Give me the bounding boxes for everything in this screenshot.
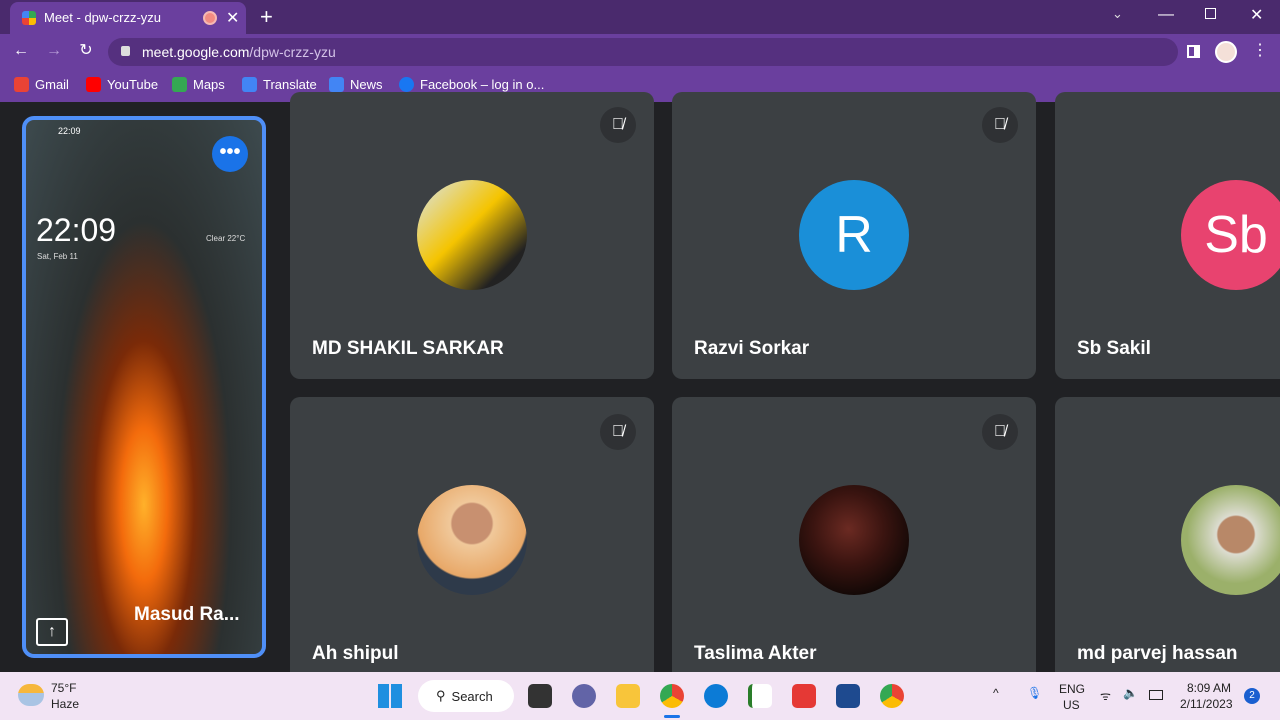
participant-name: md parvej hassan <box>1077 643 1238 664</box>
self-name: Masud Ra... <box>134 604 240 625</box>
tab-close-icon[interactable]: ✕ <box>226 8 239 28</box>
youtube-icon <box>86 77 101 92</box>
lock-icon <box>121 46 130 56</box>
translate-icon <box>242 77 257 92</box>
active-indicator <box>664 715 680 718</box>
news-icon <box>329 77 344 92</box>
meet-favicon-icon <box>22 11 36 25</box>
bookmark-gmail[interactable]: Gmail <box>14 77 69 92</box>
recording-icon <box>203 11 217 25</box>
language-label[interactable]: ENG <box>1059 682 1085 696</box>
gmail-icon <box>14 77 29 92</box>
participant-name: Sb Sakil <box>1077 338 1151 359</box>
store-icon[interactable] <box>836 684 860 708</box>
wifi-icon[interactable]: ᯤ <box>1100 687 1111 704</box>
search-button[interactable]: ⚲ Search <box>418 680 514 712</box>
bookmark-news[interactable]: News <box>329 77 383 92</box>
tab-meet[interactable]: Meet - dpw-crzz-yzu ✕ <box>10 2 246 34</box>
tab-title: Meet - dpw-crzz-yzu <box>44 10 162 25</box>
bookmark-translate[interactable]: Translate <box>242 77 317 92</box>
participant-tile[interactable]: 🎙̸ MD SHAKIL SARKAR <box>290 92 654 379</box>
microphone-icon[interactable]: 🎙 <box>1027 686 1042 700</box>
bookmark-label: Gmail <box>35 77 69 92</box>
region-label[interactable]: US <box>1063 698 1080 712</box>
bookmark-label: YouTube <box>107 77 159 92</box>
phone-status-time: 22:09 <box>58 126 81 136</box>
phone-weather: Clear 22°C <box>206 234 246 243</box>
weather-desc: Haze <box>51 697 80 711</box>
phone-clock: 22:09 <box>36 212 117 248</box>
weather-temp: 75°F <box>51 681 77 695</box>
participant-name: Taslima Akter <box>694 643 817 664</box>
participant-tile[interactable]: Sb Sb Sakil <box>1055 92 1280 379</box>
search-icon: ⚲ <box>436 688 446 703</box>
reload-icon[interactable]: ↻ <box>75 41 97 61</box>
bookmark-maps[interactable]: Maps <box>172 77 225 92</box>
more-options-icon[interactable]: ••• <box>212 136 248 172</box>
address-bar[interactable]: meet.google.com/dpw-crzz-yzu <box>108 38 1178 66</box>
start-icon[interactable] <box>378 684 402 708</box>
participant-tile[interactable]: md parvej hassan <box>1055 397 1280 687</box>
mic-off-icon: 🎙̸ <box>600 414 636 450</box>
facebook-icon <box>399 77 414 92</box>
edge-icon[interactable] <box>704 684 728 708</box>
url: meet.google.com/dpw-crzz-yzu <box>142 44 336 60</box>
teams-chat-icon[interactable] <box>572 684 596 708</box>
participant-tile[interactable]: 🎙̸ Taslima Akter <box>672 397 1036 687</box>
show-hidden-icons[interactable]: ^ <box>993 686 999 700</box>
avatar <box>417 180 527 290</box>
bookmark-youtube[interactable]: YouTube <box>86 77 158 92</box>
mic-off-icon: 🎙̸ <box>982 107 1018 143</box>
camtasia-icon[interactable] <box>748 684 772 708</box>
volume-icon[interactable]: 🔈 <box>1123 686 1138 700</box>
profile-avatar[interactable] <box>1215 41 1237 63</box>
search-label: Search <box>451 688 493 704</box>
app-red-icon[interactable] <box>792 684 816 708</box>
forward-icon[interactable]: → <box>43 41 65 61</box>
url-path: /dpw-crzz-yzu <box>249 44 336 60</box>
task-view-icon[interactable] <box>528 684 552 708</box>
mic-off-icon: 🎙̸ <box>982 414 1018 450</box>
avatar <box>1181 485 1280 595</box>
avatar <box>799 485 909 595</box>
bookmark-label: Maps <box>193 77 225 92</box>
chrome-profile-icon[interactable] <box>880 684 904 708</box>
participant-name: Ah shipul <box>312 643 399 664</box>
bookmark-label: Facebook – log in o... <box>420 77 545 92</box>
new-tab-icon[interactable]: + <box>260 4 273 30</box>
title-bar: Meet - dpw-crzz-yzu ✕ + ⌄ — ✕ <box>0 0 1280 34</box>
minimize-icon[interactable]: — <box>1158 6 1174 24</box>
avatar: R <box>799 180 909 290</box>
close-window-icon[interactable]: ✕ <box>1250 5 1263 25</box>
battery-icon[interactable] <box>1149 690 1163 700</box>
weather-icon[interactable] <box>18 684 44 706</box>
present-icon[interactable]: ↑ <box>36 618 68 646</box>
participant-name: MD SHAKIL SARKAR <box>312 338 504 359</box>
taskbar: 75°F Haze ⚲ Search ^ 🎙 ENG US ᯤ 🔈 8:09 AM… <box>0 672 1280 720</box>
maps-icon <box>172 77 187 92</box>
tab-search-icon[interactable]: ⌄ <box>1112 6 1123 22</box>
avatar: Sb <box>1181 180 1280 290</box>
bookmark-facebook[interactable]: Facebook – log in o... <box>399 77 544 92</box>
url-domain: meet.google.com <box>142 44 250 60</box>
restore-icon[interactable] <box>1205 8 1216 19</box>
chrome-icon[interactable] <box>660 684 684 708</box>
avatar <box>417 485 527 595</box>
clock-date[interactable]: 2/11/2023 <box>1180 697 1233 711</box>
file-explorer-icon[interactable] <box>616 684 640 708</box>
side-panel-icon[interactable] <box>1187 45 1200 58</box>
menu-icon[interactable]: ⋮ <box>1249 41 1271 61</box>
clock-time[interactable]: 8:09 AM <box>1187 681 1231 695</box>
participant-tile[interactable]: 🎙̸ Ah shipul <box>290 397 654 687</box>
phone-date: Sat, Feb 11 <box>37 252 78 261</box>
notification-badge[interactable]: 2 <box>1244 688 1260 704</box>
self-tile[interactable]: 22:09 22:09 Sat, Feb 11 Clear 22°C ••• M… <box>22 116 266 658</box>
bookmark-label: News <box>350 77 383 92</box>
participant-name: Razvi Sorkar <box>694 338 810 359</box>
mic-off-icon: 🎙̸ <box>600 107 636 143</box>
bookmark-label: Translate <box>263 77 317 92</box>
participant-tile[interactable]: R 🎙̸ Razvi Sorkar <box>672 92 1036 379</box>
back-icon[interactable]: ← <box>10 41 32 61</box>
